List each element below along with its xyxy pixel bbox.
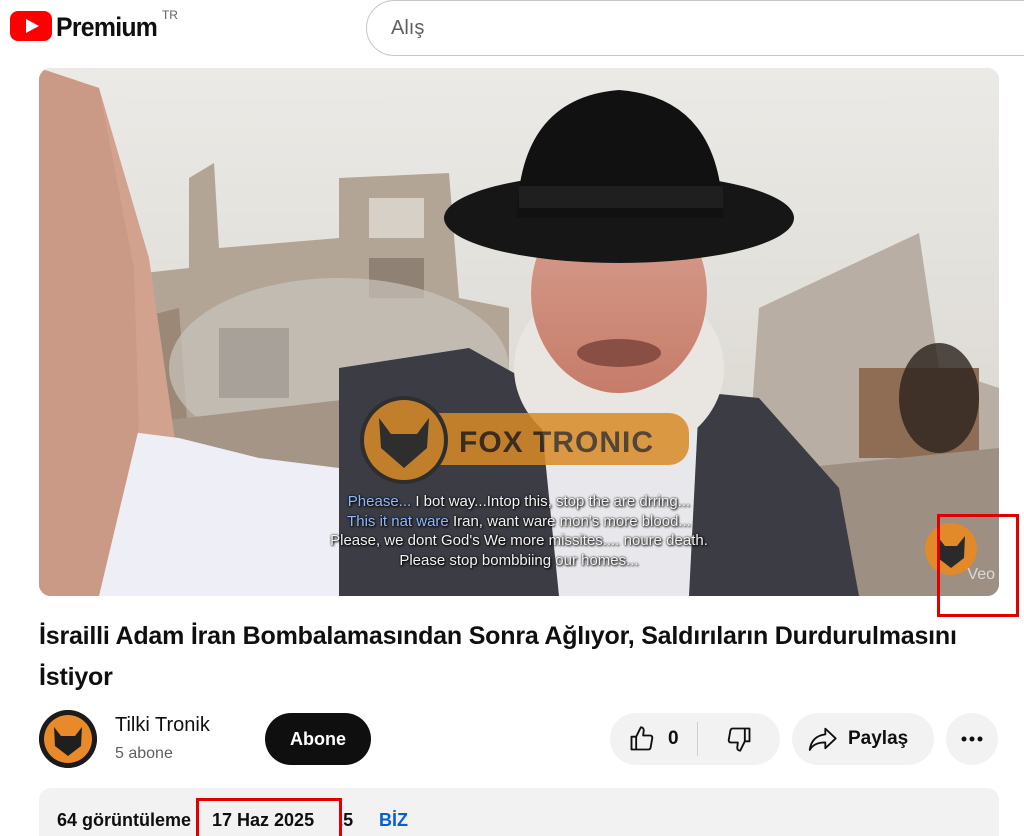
dislike-button[interactable]: [698, 713, 780, 765]
subtitle-line: Please stop bombbiing our homes...: [399, 551, 639, 569]
subtitle-line: This it nat ware Iran, want ware mon's m…: [347, 512, 691, 530]
video-player[interactable]: FOX TRONIC Pheasе... I bot way...Intop t…: [39, 68, 999, 596]
country-code: TR: [161, 8, 178, 22]
like-dislike-group: 0: [610, 713, 780, 765]
search-input[interactable]: Alış: [366, 0, 1024, 56]
upload-date-highlighted: 17 Haz 2025: [212, 810, 315, 830]
more-actions-button[interactable]: [946, 713, 998, 765]
subtitle-line: Please, we dont God's We more missites..…: [330, 532, 708, 549]
share-button[interactable]: Paylaş: [792, 713, 934, 765]
fox-avatar-icon: [39, 710, 97, 768]
share-label: Paylaş: [848, 728, 909, 749]
youtube-play-icon: [10, 11, 52, 41]
logo-text: Premium: [56, 12, 158, 42]
thumbs-down-icon: [727, 727, 751, 752]
more-dots-icon: [961, 736, 983, 742]
subscriber-count: 5 abone: [115, 745, 173, 762]
channel-name[interactable]: Tilki Tronik: [115, 714, 210, 737]
thumbs-up-icon: [630, 726, 654, 751]
highlight-box-veo: [937, 514, 1019, 617]
hashtag-link[interactable]: BİZ: [379, 810, 408, 831]
description-box[interactable]: 64 görüntüleme 17 Haz 2025 BİZ: [39, 788, 999, 836]
video-subtitles: Pheasе... I bot way...Intop this, stop t…: [39, 492, 999, 570]
video-title: İsrailli Adam İran Bombalamasından Sonra…: [39, 622, 957, 691]
subtitle-line: Pheasе... I bot way...Intop this, stop t…: [347, 493, 691, 510]
youtube-premium-logo[interactable]: Premium TR: [10, 8, 178, 44]
view-count: 64 görüntüleme: [57, 810, 192, 830]
like-button[interactable]: 0: [610, 713, 697, 765]
subscribe-button[interactable]: Abone: [265, 713, 371, 765]
share-arrow-icon: [808, 727, 837, 751]
like-count: 0: [668, 728, 679, 749]
watermark-text: FOX TRONIC: [459, 426, 654, 459]
search-value: Alış: [391, 16, 425, 39]
channel-avatar[interactable]: [39, 710, 97, 768]
